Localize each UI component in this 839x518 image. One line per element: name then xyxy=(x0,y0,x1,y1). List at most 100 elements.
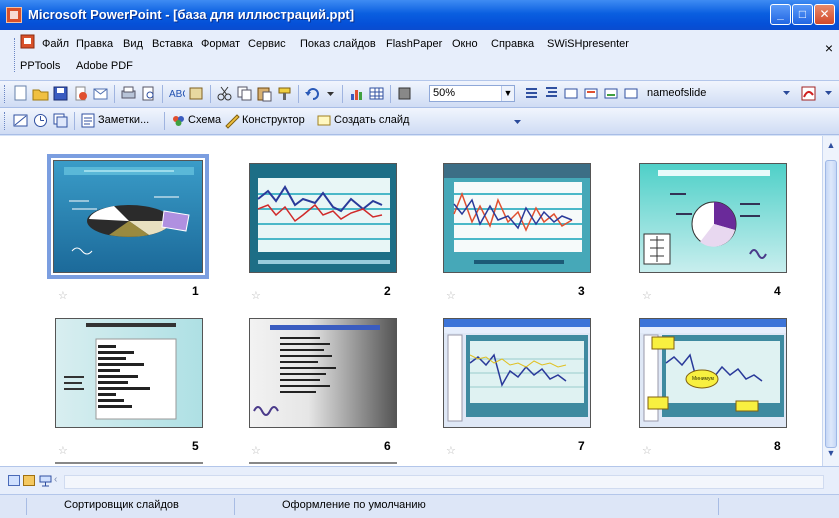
status-divider xyxy=(26,498,27,515)
slide-preview xyxy=(253,325,380,416)
toolbar-options-icon[interactable] xyxy=(512,112,529,129)
insert-chart-icon[interactable] xyxy=(348,85,365,102)
maximize-button[interactable]: □ xyxy=(792,4,813,25)
close-document-icon[interactable]: × xyxy=(825,40,833,56)
normal-view-icon[interactable] xyxy=(8,475,20,486)
powerpoint-icon xyxy=(6,7,22,23)
toolbar-overflow-icon[interactable] xyxy=(820,85,837,102)
slide-transition-icon[interactable] xyxy=(623,85,640,102)
toolbar-separator xyxy=(210,85,211,103)
slide-preview xyxy=(643,170,770,265)
slide-sorter-view-icon[interactable] xyxy=(23,475,35,486)
notes-button[interactable]: Заметки... xyxy=(98,114,149,126)
new-icon[interactable] xyxy=(12,85,29,102)
menu-swishpresenter[interactable]: SWiSHpresenter xyxy=(547,38,629,50)
star-icon: ☆ xyxy=(642,290,652,302)
menu-file[interactable]: Файл xyxy=(42,38,69,50)
new-slide-button[interactable]: Создать слайд xyxy=(334,114,409,126)
scroll-up-icon[interactable]: ▲ xyxy=(825,140,837,154)
status-bar: Сортировщик слайдов Оформление по умолча… xyxy=(0,494,839,518)
save-icon[interactable] xyxy=(52,85,69,102)
undo-icon[interactable] xyxy=(304,85,321,102)
toolbar-options-icon[interactable] xyxy=(778,85,795,102)
menu-view[interactable]: Вид xyxy=(123,38,143,50)
slide-number: 6 xyxy=(384,439,391,453)
new-slide-icon[interactable] xyxy=(563,85,580,102)
color-scheme-icon[interactable] xyxy=(170,112,187,129)
menu-grip[interactable] xyxy=(14,38,17,72)
hide-slide-icon[interactable] xyxy=(12,112,29,129)
slide-number: 3 xyxy=(578,284,585,298)
star-icon: ☆ xyxy=(251,445,261,457)
scroll-left-icon[interactable]: ‹ xyxy=(54,474,57,485)
slide-thumbnail[interactable] xyxy=(249,318,397,428)
scheme-button[interactable]: Схема xyxy=(188,114,221,126)
show-formatting-icon[interactable] xyxy=(543,85,560,102)
toolbar-grip[interactable] xyxy=(4,112,7,130)
slide-thumbnail[interactable] xyxy=(443,318,591,428)
print-icon[interactable] xyxy=(120,85,137,102)
open-icon[interactable] xyxy=(32,85,49,102)
callout-minimum: Минимум xyxy=(692,376,714,382)
slide-number: 5 xyxy=(192,439,199,453)
spelling-icon[interactable]: ABC xyxy=(168,85,185,102)
slide-thumbnail[interactable] xyxy=(47,154,209,279)
designer-icon[interactable] xyxy=(224,112,241,129)
close-window-button[interactable]: ✕ xyxy=(814,4,835,25)
slide-thumbnail[interactable] xyxy=(639,163,787,273)
permission-icon[interactable] xyxy=(72,85,89,102)
rehearse-timings-icon[interactable] xyxy=(32,112,49,129)
star-icon: ☆ xyxy=(251,290,261,302)
slide-thumbnail[interactable] xyxy=(249,163,397,273)
toolbar-grip[interactable] xyxy=(4,85,7,103)
undo-dropdown-icon[interactable] xyxy=(322,85,339,102)
insert-table-icon[interactable] xyxy=(368,85,385,102)
zoom-select[interactable]: 50% ▼ xyxy=(429,85,515,102)
expand-all-icon[interactable] xyxy=(523,85,540,102)
color-grayscale-icon[interactable] xyxy=(396,85,413,102)
scroll-thumb[interactable] xyxy=(825,160,837,448)
menu-adobe-pdf[interactable]: Adobe PDF xyxy=(76,60,133,72)
slide-preview xyxy=(250,164,396,272)
document-icon[interactable] xyxy=(20,34,36,50)
slide-thumbnail[interactable]: Минимум xyxy=(639,318,787,428)
print-preview-icon[interactable] xyxy=(140,85,157,102)
horizontal-scrollbar[interactable] xyxy=(64,475,824,489)
slide-layout-icon[interactable] xyxy=(603,85,620,102)
summary-slide-icon[interactable] xyxy=(52,112,69,129)
slideshow-view-icon[interactable] xyxy=(39,474,52,487)
menu-insert[interactable]: Вставка xyxy=(152,38,193,50)
research-icon[interactable] xyxy=(188,85,205,102)
vertical-scrollbar[interactable]: ▲ ▼ xyxy=(822,136,839,466)
toolbar-separator xyxy=(114,85,115,103)
menu-slideshow[interactable]: Показ слайдов xyxy=(300,38,376,50)
minimize-button[interactable]: _ xyxy=(770,4,791,25)
slide-thumbnail[interactable] xyxy=(443,163,591,273)
slide-preview xyxy=(640,319,786,422)
menu-pptools[interactable]: PPTools xyxy=(20,60,60,72)
menu-tools[interactable]: Сервис xyxy=(248,38,286,50)
adobe-pdf-icon[interactable] xyxy=(800,85,817,102)
toolbar-separator xyxy=(298,85,299,103)
menu-format[interactable]: Формат xyxy=(201,38,240,50)
scroll-down-icon[interactable]: ▼ xyxy=(825,448,837,462)
designer-button[interactable]: Конструктор xyxy=(242,114,305,126)
slide-number: 4 xyxy=(774,284,781,298)
menu-flashpaper[interactable]: FlashPaper xyxy=(386,38,442,50)
menu-window[interactable]: Окно xyxy=(452,38,478,50)
status-divider xyxy=(234,498,235,515)
email-icon[interactable] xyxy=(92,85,109,102)
chevron-down-icon[interactable]: ▼ xyxy=(501,86,514,101)
cut-icon[interactable] xyxy=(216,85,233,102)
toolbar-separator xyxy=(162,85,163,103)
format-painter-icon[interactable] xyxy=(276,85,293,102)
menu-help[interactable]: Справка xyxy=(491,38,534,50)
star-icon: ☆ xyxy=(58,290,68,302)
slide-thumbnail[interactable] xyxy=(55,318,203,428)
menu-edit[interactable]: Правка xyxy=(76,38,113,50)
notes-icon[interactable] xyxy=(80,112,97,129)
paste-icon[interactable] xyxy=(256,85,273,102)
slide-design-icon[interactable] xyxy=(583,85,600,102)
copy-icon[interactable] xyxy=(236,85,253,102)
new-slide-icon[interactable] xyxy=(316,112,333,129)
